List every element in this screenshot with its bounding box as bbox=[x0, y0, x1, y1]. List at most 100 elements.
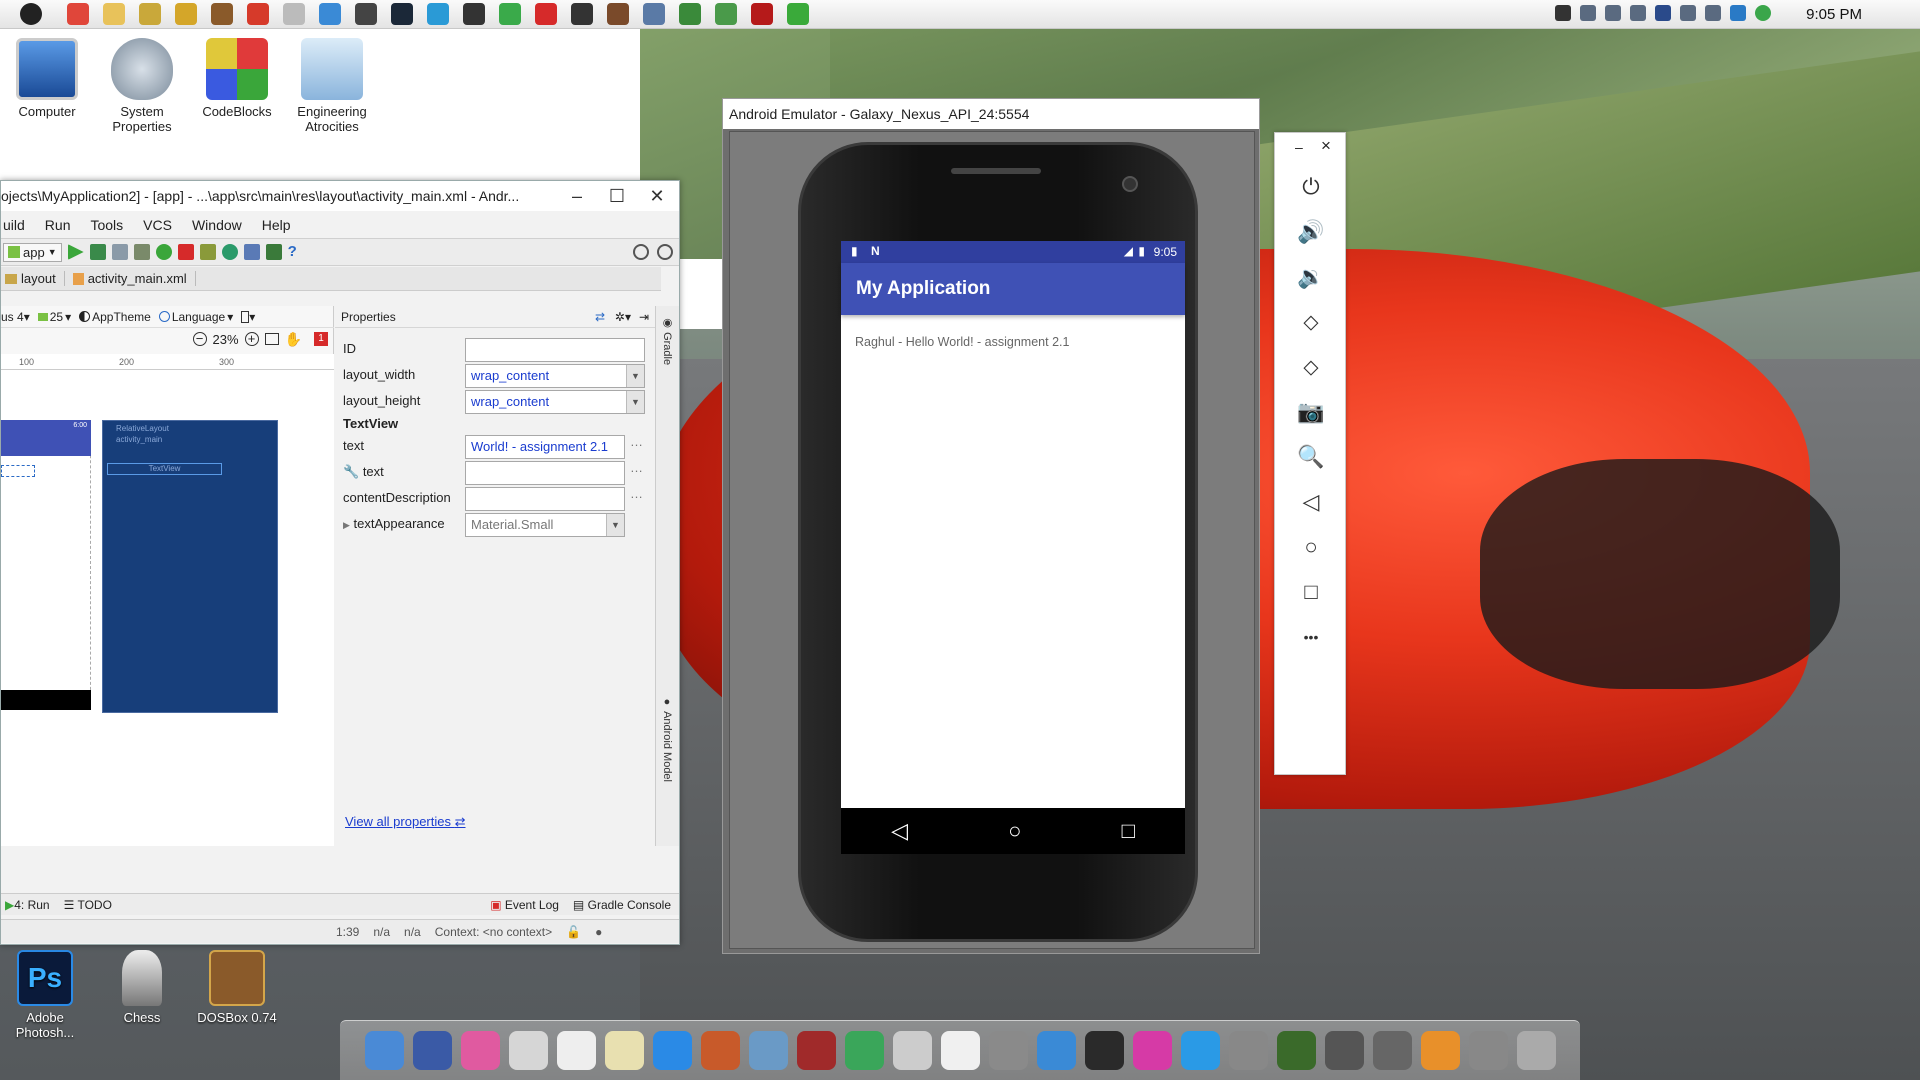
run-config-select[interactable]: app ▼ bbox=[3, 242, 62, 262]
send-icon[interactable] bbox=[1372, 1031, 1412, 1070]
globe-icon[interactable] bbox=[679, 3, 701, 25]
home-icon[interactable]: ○ bbox=[1275, 527, 1347, 567]
rotate-left-icon[interactable]: ⬦ bbox=[1275, 302, 1347, 342]
media-icon[interactable] bbox=[571, 3, 593, 25]
attach-button[interactable] bbox=[133, 244, 150, 260]
profile-button[interactable] bbox=[111, 244, 128, 260]
minimize-button[interactable]: – bbox=[1295, 139, 1303, 155]
blueprint-textview[interactable]: TextView bbox=[107, 463, 222, 475]
apple-icon[interactable] bbox=[20, 3, 42, 25]
alien-icon[interactable] bbox=[1228, 1031, 1268, 1070]
desktop-icon-chess[interactable]: Chess bbox=[97, 950, 187, 1025]
appstore-icon[interactable] bbox=[1180, 1031, 1220, 1070]
stop-button[interactable] bbox=[177, 244, 194, 260]
run-button[interactable] bbox=[67, 244, 84, 260]
sound-mute-icon[interactable] bbox=[1680, 5, 1696, 21]
globe-icon[interactable] bbox=[844, 1031, 884, 1070]
clock[interactable]: 9:05 PM bbox=[1806, 6, 1862, 23]
fruit-icon[interactable] bbox=[607, 3, 629, 25]
trash-icon[interactable] bbox=[1516, 1031, 1556, 1070]
minimize-button[interactable]: – bbox=[557, 181, 597, 211]
wrench-icon[interactable] bbox=[139, 3, 161, 25]
desktop-icon-codeblocks[interactable]: CodeBlocks bbox=[192, 38, 282, 119]
todo-tab[interactable]: ☰ TODO bbox=[64, 898, 112, 912]
close-button[interactable]: × bbox=[1321, 136, 1331, 156]
content-description-field[interactable] bbox=[465, 487, 625, 511]
sync-button[interactable] bbox=[199, 244, 216, 260]
folder-icon[interactable] bbox=[103, 3, 125, 25]
finder-icon[interactable] bbox=[364, 1031, 404, 1070]
design-canvas[interactable]: 6:00 RelativeLayout activity_main TextVi… bbox=[1, 370, 334, 846]
mouse-icon[interactable] bbox=[556, 1031, 596, 1070]
camera-icon[interactable]: 📷 bbox=[1275, 392, 1347, 432]
pan-hand-icon[interactable]: ✋ bbox=[285, 331, 302, 348]
context-indicator[interactable]: Context: <no context> bbox=[435, 925, 552, 939]
windows-icon[interactable] bbox=[1036, 1031, 1076, 1070]
back-icon[interactable]: ◁ bbox=[1275, 482, 1347, 522]
gradle-tab[interactable]: ◉ Gradle bbox=[661, 316, 674, 365]
acrobat-icon[interactable] bbox=[751, 3, 773, 25]
chrome-icon[interactable] bbox=[67, 3, 89, 25]
monitor-icon[interactable] bbox=[355, 3, 377, 25]
breadcrumb-layout[interactable]: layout bbox=[5, 271, 65, 286]
fit-screen-icon[interactable] bbox=[264, 333, 279, 345]
menu-vcs[interactable]: VCS bbox=[141, 217, 174, 233]
camera-app-icon[interactable] bbox=[1324, 1031, 1364, 1070]
view-all-properties-link[interactable]: View all properties ⇄ bbox=[345, 814, 466, 830]
error-badge[interactable]: 1 bbox=[314, 332, 328, 346]
v-icon[interactable] bbox=[1276, 1031, 1316, 1070]
p-app-icon[interactable] bbox=[247, 3, 269, 25]
blueprint-view[interactable]: RelativeLayout activity_main TextView bbox=[102, 420, 278, 713]
line-separator[interactable]: n/a bbox=[373, 925, 390, 939]
volume-down-icon[interactable]: 🔉 bbox=[1275, 257, 1347, 297]
layout-width-select[interactable]: wrap_content ▼ bbox=[465, 364, 645, 388]
menu-window[interactable]: Window bbox=[190, 217, 244, 233]
doc-icon[interactable] bbox=[499, 3, 521, 25]
share-icon[interactable] bbox=[427, 3, 449, 25]
zoom-out-icon[interactable]: − bbox=[192, 332, 207, 346]
bluetooth-icon[interactable] bbox=[412, 1031, 452, 1070]
text-field[interactable]: World! - assignment 2.1 bbox=[465, 435, 625, 459]
globe-tray-icon[interactable] bbox=[1755, 5, 1771, 21]
rotate-right-icon[interactable]: ⬦ bbox=[1275, 347, 1347, 387]
inspector-icon[interactable]: ● bbox=[595, 925, 602, 939]
more-icon[interactable]: ••• bbox=[1275, 617, 1347, 657]
breadcrumb-file[interactable]: activity_main.xml bbox=[72, 271, 196, 286]
ibooks-icon[interactable] bbox=[1420, 1031, 1460, 1070]
calculator-icon[interactable] bbox=[508, 1031, 548, 1070]
itunes-icon[interactable] bbox=[1132, 1031, 1172, 1070]
close-button[interactable]: ✕ bbox=[637, 181, 677, 211]
feather-icon[interactable] bbox=[283, 3, 305, 25]
box-icon[interactable] bbox=[211, 3, 233, 25]
gear-icon[interactable]: ✲▾ bbox=[615, 306, 631, 328]
r-app-icon[interactable] bbox=[175, 3, 197, 25]
encoding[interactable]: n/a bbox=[404, 925, 421, 939]
display-icon[interactable] bbox=[1084, 1031, 1124, 1070]
x-icon[interactable] bbox=[940, 1031, 980, 1070]
chevron-up-icon[interactable] bbox=[1555, 5, 1571, 21]
desktop-icon-system-properties[interactable]: System Properties bbox=[97, 38, 187, 134]
safari-icon[interactable] bbox=[652, 1031, 692, 1070]
tools-text-field[interactable] bbox=[465, 461, 625, 485]
search-icon[interactable] bbox=[633, 244, 649, 260]
nav-home-icon[interactable]: ○ bbox=[1008, 818, 1021, 844]
android-model-tab[interactable]: ● Android Model bbox=[661, 696, 673, 782]
zoom-icon[interactable]: 🔍 bbox=[1275, 437, 1347, 477]
android-icon[interactable] bbox=[715, 3, 737, 25]
settings-icon[interactable] bbox=[643, 3, 665, 25]
network-tray-icon[interactable] bbox=[1630, 5, 1646, 21]
layout-height-select[interactable]: wrap_content ▼ bbox=[465, 390, 645, 414]
desktop-icon-photoshop[interactable]: Ps Adobe Photosh... bbox=[0, 950, 90, 1040]
desktop-icon-engineering-atrocities[interactable]: Engineering Atrocities bbox=[287, 38, 377, 134]
api-level-select[interactable]: 25 ▾ bbox=[37, 310, 71, 324]
prop-label-expandable[interactable]: ▶ textAppearance bbox=[343, 511, 445, 538]
notes-icon[interactable] bbox=[604, 1031, 644, 1070]
theme-select[interactable]: AppTheme bbox=[79, 310, 151, 324]
swap-icon[interactable]: ⇄ bbox=[595, 306, 605, 328]
sync-icon[interactable] bbox=[319, 3, 341, 25]
preview-textview[interactable] bbox=[1, 465, 35, 477]
ellipsis-button[interactable]: … bbox=[630, 429, 643, 455]
steam-icon[interactable] bbox=[391, 3, 413, 25]
overview-icon[interactable]: □ bbox=[1275, 572, 1347, 612]
menu-run[interactable]: Run bbox=[43, 217, 73, 233]
